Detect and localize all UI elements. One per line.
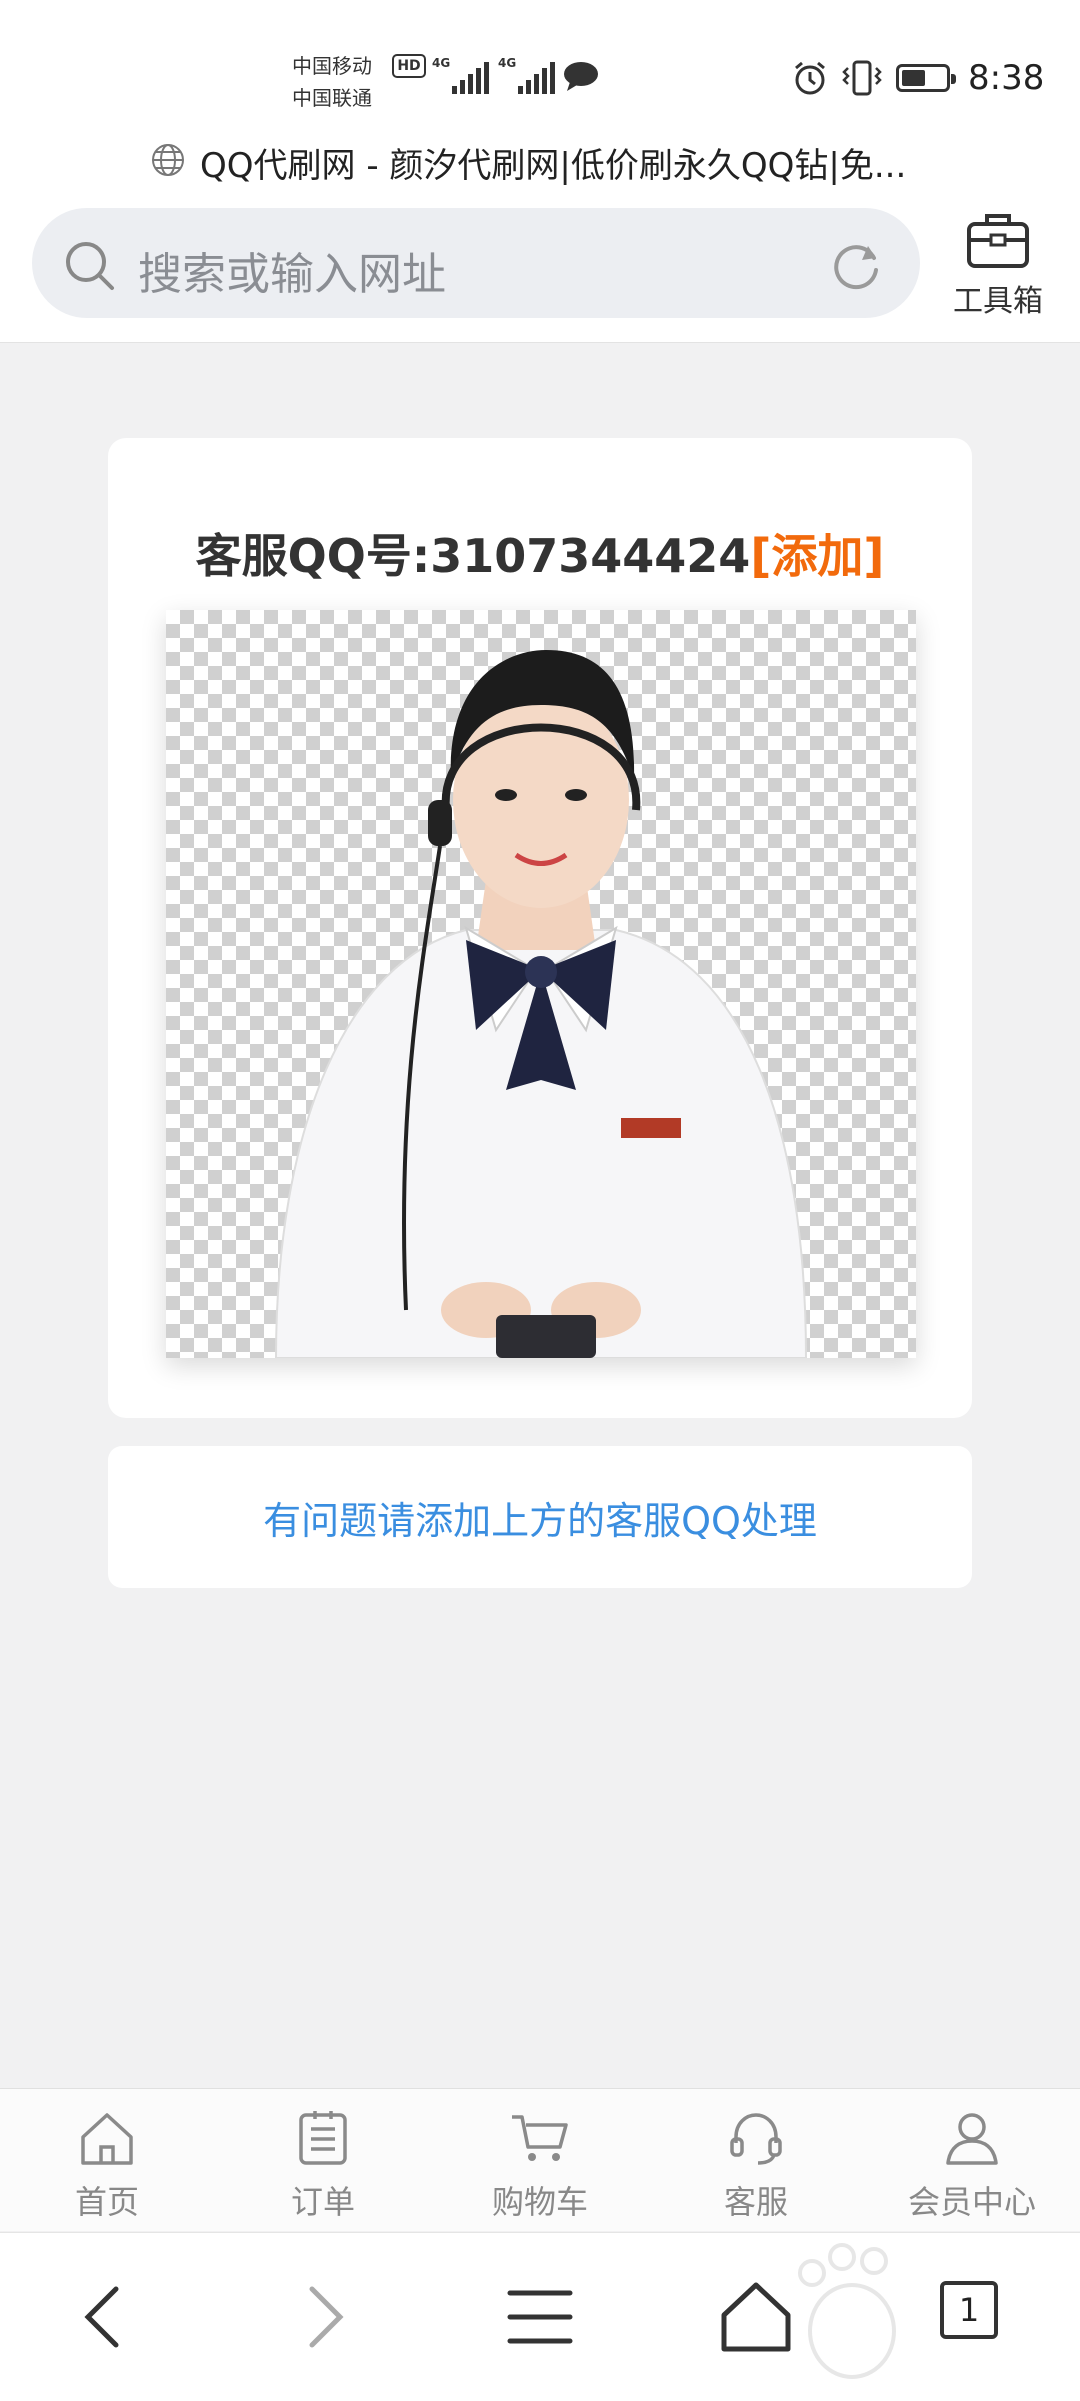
back-icon[interactable] bbox=[66, 2277, 146, 2357]
headset-icon bbox=[730, 2113, 782, 2165]
hd-badge: HD bbox=[392, 54, 426, 78]
bottom-navigation: 首页 订单 购物车 客服 会员中心 bbox=[0, 2088, 1080, 2231]
user-icon bbox=[946, 2113, 998, 2165]
address-placeholder: 搜索或输入网址 bbox=[138, 249, 446, 300]
nav-cart-label: 购物车 bbox=[491, 2183, 588, 2221]
nav-home-label: 首页 bbox=[74, 2183, 139, 2221]
refresh-icon[interactable] bbox=[828, 238, 884, 294]
page-title: QQ代刷网 - 颜汐代刷网|低价刷永久QQ钻|免... bbox=[200, 146, 907, 186]
notice-text: 有问题请添加上方的客服QQ处理 bbox=[263, 1499, 817, 1543]
browser-navigation-bar: 1 bbox=[0, 2232, 1080, 2401]
service-qq-number: 客服QQ号:3107344424 bbox=[195, 529, 751, 583]
nav-member-center-label: 会员中心 bbox=[907, 2183, 1036, 2221]
toolbox-icon bbox=[967, 214, 1029, 268]
home-page-icon[interactable] bbox=[716, 2277, 796, 2357]
alarm-icon bbox=[795, 61, 825, 95]
nav-orders[interactable]: 订单 bbox=[238, 2109, 408, 2223]
nav-cart[interactable]: 购物车 bbox=[455, 2109, 625, 2223]
nav-service[interactable]: 客服 bbox=[671, 2109, 841, 2223]
home-icon bbox=[81, 2113, 133, 2165]
toolbox-button[interactable]: 工具箱 bbox=[938, 208, 1058, 328]
search-icon bbox=[66, 242, 114, 290]
globe-icon bbox=[152, 144, 184, 176]
order-list-icon bbox=[299, 2111, 347, 2165]
add-qq-link[interactable]: [添加] bbox=[750, 529, 884, 583]
page-title-bar: QQ代刷网 - 颜汐代刷网|低价刷永久QQ钻|免... bbox=[0, 130, 1080, 190]
paw-watermark-icon bbox=[798, 2243, 896, 2379]
cart-icon bbox=[512, 2115, 568, 2161]
battery-icon bbox=[896, 64, 956, 92]
address-search-box[interactable]: 搜索或输入网址 bbox=[32, 208, 920, 318]
agent-illustration bbox=[274, 650, 808, 1358]
clock: 8:38 bbox=[968, 58, 1045, 98]
address-bar-row: 搜索或输入网址 工具箱 bbox=[0, 190, 1080, 343]
carrier-1: 中国移动 bbox=[292, 54, 372, 78]
toolbox-label: 工具箱 bbox=[953, 284, 1043, 319]
service-agent-photo bbox=[166, 610, 916, 1358]
nav-service-label: 客服 bbox=[723, 2183, 788, 2221]
customer-service-heading: 客服QQ号:3107344424[添加] bbox=[108, 520, 972, 586]
menu-icon[interactable] bbox=[500, 2277, 580, 2357]
carrier-labels: 中国移动 中国联通 bbox=[292, 50, 372, 114]
tabs-button[interactable]: 1 bbox=[940, 2281, 998, 2339]
notice-card: 有问题请添加上方的客服QQ处理 bbox=[108, 1446, 972, 1588]
message-icon bbox=[564, 62, 598, 91]
nav-orders-label: 订单 bbox=[290, 2183, 355, 2221]
nav-member-center[interactable]: 会员中心 bbox=[887, 2109, 1057, 2223]
nav-home[interactable]: 首页 bbox=[22, 2109, 192, 2223]
vibrate-icon bbox=[842, 60, 882, 96]
network-type-2: 4G bbox=[498, 56, 517, 70]
carrier-2: 中国联通 bbox=[292, 86, 372, 110]
status-bar: 中国移动 中国联通 HD 4G 4G 8:38 bbox=[0, 0, 1080, 130]
customer-service-card: 客服QQ号:3107344424[添加] bbox=[108, 438, 972, 1418]
forward-icon[interactable] bbox=[282, 2277, 362, 2357]
network-type-1: 4G bbox=[432, 56, 451, 70]
